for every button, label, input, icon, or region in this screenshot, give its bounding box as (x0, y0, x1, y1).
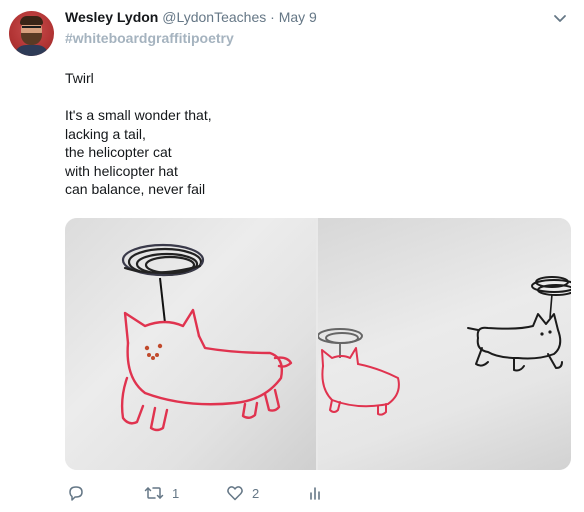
media-grid (65, 218, 571, 470)
tweet-text: Twirl It's a small wonder that, lacking … (65, 69, 565, 199)
like-button[interactable]: 2 (226, 483, 259, 503)
tweet-actions: 1 2 (65, 483, 365, 503)
analytics-icon (308, 484, 322, 502)
poem-line: the helicopter cat (65, 144, 172, 160)
reply-button[interactable] (67, 483, 93, 503)
retweet-button[interactable]: 1 (144, 483, 179, 503)
photo-helicopter-cats[interactable] (318, 218, 571, 470)
avatar-glasses (22, 26, 41, 32)
avatar-shirt (14, 45, 49, 56)
avatar[interactable] (9, 11, 54, 56)
author-name[interactable]: Wesley Lydon (65, 9, 158, 25)
photo-helicopter-cat-red[interactable] (65, 218, 316, 470)
poem-title: Twirl (65, 70, 94, 86)
separator-dot: · (270, 9, 275, 25)
avatar-hair (20, 16, 43, 25)
tweet-date[interactable]: May 9 (279, 9, 317, 25)
retweet-icon (144, 484, 164, 502)
retweet-count: 1 (172, 485, 180, 501)
author-handle[interactable]: @LydonTeaches (162, 9, 266, 25)
tweet-header: Wesley Lydon @LydonTeaches · May 9 (65, 9, 317, 25)
poem-line: It's a small wonder that, (65, 107, 212, 123)
poem-line: lacking a tail, (65, 125, 146, 142)
poem-line: with helicopter hat (65, 162, 178, 179)
like-count: 2 (252, 485, 260, 501)
analytics-button[interactable] (308, 483, 322, 503)
chevron-down-icon[interactable] (553, 12, 567, 24)
reply-icon (67, 484, 85, 502)
avatar-beard (21, 33, 42, 45)
poem-line: can balance, never fail (65, 181, 206, 197)
heart-icon (226, 484, 244, 502)
hashtag-link[interactable]: #whiteboardgraffitipoetry (65, 30, 234, 46)
